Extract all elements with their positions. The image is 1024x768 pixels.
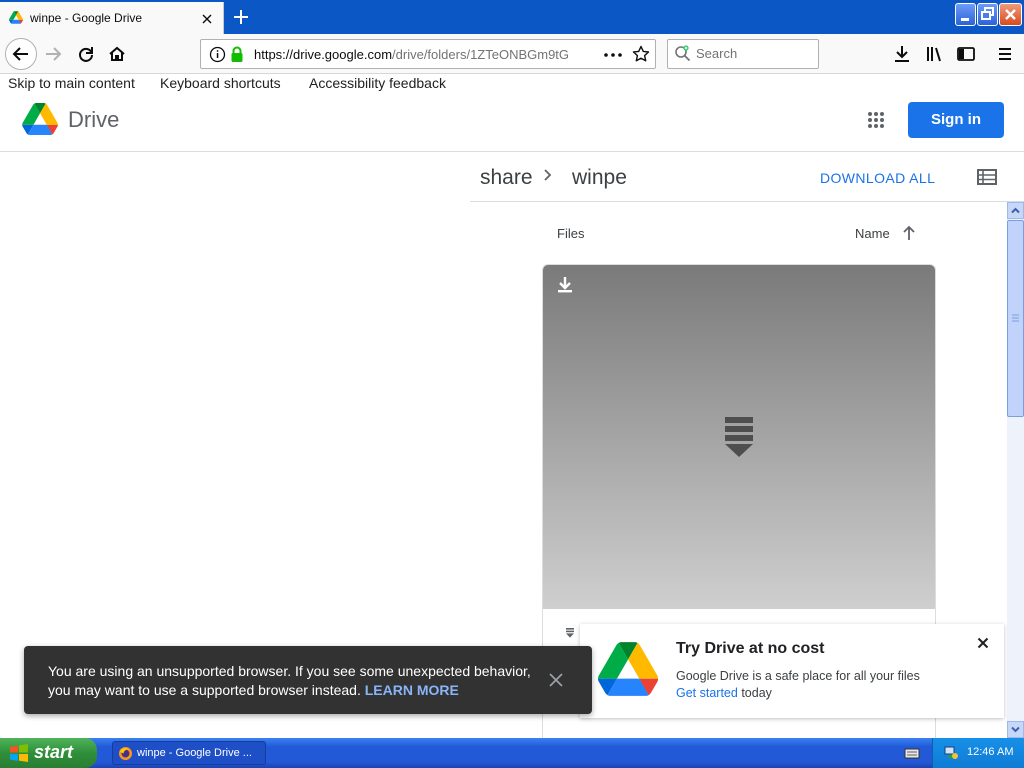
learn-more-link[interactable]: LEARN MORE xyxy=(365,682,459,698)
address-bar[interactable]: https://drive.google.com/drive/folders/1… xyxy=(200,39,656,69)
network-tray-icon[interactable] xyxy=(943,745,959,761)
google-drive-favicon-icon xyxy=(9,11,23,24)
browser-tab-strip: winpe - Google Drive xyxy=(0,0,1024,34)
search-input[interactable] xyxy=(696,46,814,61)
google-apps-icon[interactable] xyxy=(862,106,890,134)
skip-links: Skip to main content Keyboard shortcuts … xyxy=(0,74,1024,94)
skip-to-main-link[interactable]: Skip to main content xyxy=(8,75,135,91)
close-tab-icon[interactable] xyxy=(199,11,215,27)
window-close-button[interactable] xyxy=(999,3,1022,26)
new-tab-icon[interactable] xyxy=(228,5,254,29)
close-snackbar-icon[interactable] xyxy=(548,672,564,688)
page-actions-icon[interactable] xyxy=(603,46,623,63)
archive-file-icon xyxy=(723,415,755,459)
scroll-thumb[interactable] xyxy=(1007,220,1024,417)
snackbar-message: You are using an unsupported browser. If… xyxy=(48,662,538,700)
home-icon[interactable] xyxy=(102,39,132,69)
accessibility-feedback-link[interactable]: Accessibility feedback xyxy=(309,75,446,91)
back-button[interactable] xyxy=(5,38,37,70)
google-drive-logo-icon[interactable] xyxy=(22,103,58,135)
url-path: /drive/folders/1ZTeONBGm9tG xyxy=(392,47,570,62)
start-label: start xyxy=(34,742,74,762)
keyboard-shortcuts-link[interactable]: Keyboard shortcuts xyxy=(160,75,281,91)
bookmark-star-icon[interactable] xyxy=(632,45,650,63)
scroll-down-arrow-icon[interactable] xyxy=(1007,721,1024,738)
list-view-icon[interactable] xyxy=(976,167,998,187)
taskbar-item-firefox[interactable]: winpe - Google Drive ... xyxy=(112,741,266,765)
forward-icon[interactable] xyxy=(39,39,69,69)
files-section-label: Files xyxy=(557,226,585,241)
sort-by-name-button[interactable]: Name xyxy=(855,226,890,241)
archive-file-small-icon xyxy=(565,627,575,639)
promo-cta-suffix: today xyxy=(737,686,772,700)
drive-header: Drive Sign in xyxy=(0,94,1024,152)
try-drive-promo: Try Drive at no cost Google Drive is a s… xyxy=(580,624,1004,718)
promo-description: Google Drive is a safe place for all you… xyxy=(676,669,920,683)
sort-ascending-icon[interactable] xyxy=(901,224,917,242)
downloads-icon[interactable] xyxy=(887,39,917,69)
search-icon xyxy=(674,45,692,63)
google-drive-promo-logo-icon xyxy=(598,642,658,696)
secure-lock-icon xyxy=(230,46,244,63)
unsupported-browser-snackbar: You are using an unsupported browser. If… xyxy=(24,646,592,714)
download-all-button[interactable]: DOWNLOAD ALL xyxy=(820,170,935,186)
tab-title: winpe - Google Drive xyxy=(30,11,143,25)
menu-icon[interactable] xyxy=(990,39,1020,69)
browser-toolbar: https://drive.google.com/drive/folders/1… xyxy=(0,34,1024,74)
file-preview[interactable] xyxy=(543,265,935,609)
taskbar-item-label: winpe - Google Drive ... xyxy=(137,747,252,759)
library-icon[interactable] xyxy=(919,39,949,69)
sign-in-button[interactable]: Sign in xyxy=(908,102,1004,138)
vertical-scrollbar[interactable] xyxy=(1007,202,1024,738)
start-button[interactable]: start xyxy=(0,738,97,768)
firefox-app-icon xyxy=(118,746,133,761)
browser-tab[interactable]: winpe - Google Drive xyxy=(0,2,224,34)
window-restore-button[interactable] xyxy=(977,3,998,26)
folder-toolbar: share winpe DOWNLOAD ALL xyxy=(470,153,1024,202)
search-bar[interactable] xyxy=(667,39,819,69)
url-text[interactable]: https://drive.google.com/drive/folders/1… xyxy=(254,47,570,62)
system-tray: 12:46 AM xyxy=(932,738,1024,768)
chevron-right-icon xyxy=(541,167,555,183)
windows-flag-icon xyxy=(9,744,29,762)
sidebar-icon[interactable] xyxy=(951,39,981,69)
download-icon[interactable] xyxy=(556,275,574,295)
close-promo-icon[interactable] xyxy=(974,634,992,652)
url-host: https://drive.google.com xyxy=(254,47,393,62)
keyboard-tray-icon[interactable] xyxy=(904,746,920,760)
breadcrumb-share[interactable]: share xyxy=(480,166,533,190)
window-minimize-button[interactable] xyxy=(955,3,976,26)
promo-title: Try Drive at no cost xyxy=(676,640,825,657)
drive-product-name[interactable]: Drive xyxy=(68,107,119,133)
reload-icon[interactable] xyxy=(71,39,101,69)
windows-taskbar: start winpe - Google Drive ... 12:46 AM xyxy=(0,738,1024,768)
get-started-link[interactable]: Get started xyxy=(676,686,738,700)
taskbar-clock: 12:46 AM xyxy=(967,746,1014,758)
scroll-up-arrow-icon[interactable] xyxy=(1007,202,1024,219)
promo-cta-line: Get started today xyxy=(676,686,772,700)
breadcrumb-winpe[interactable]: winpe xyxy=(572,166,627,190)
site-info-icon[interactable] xyxy=(209,46,226,63)
